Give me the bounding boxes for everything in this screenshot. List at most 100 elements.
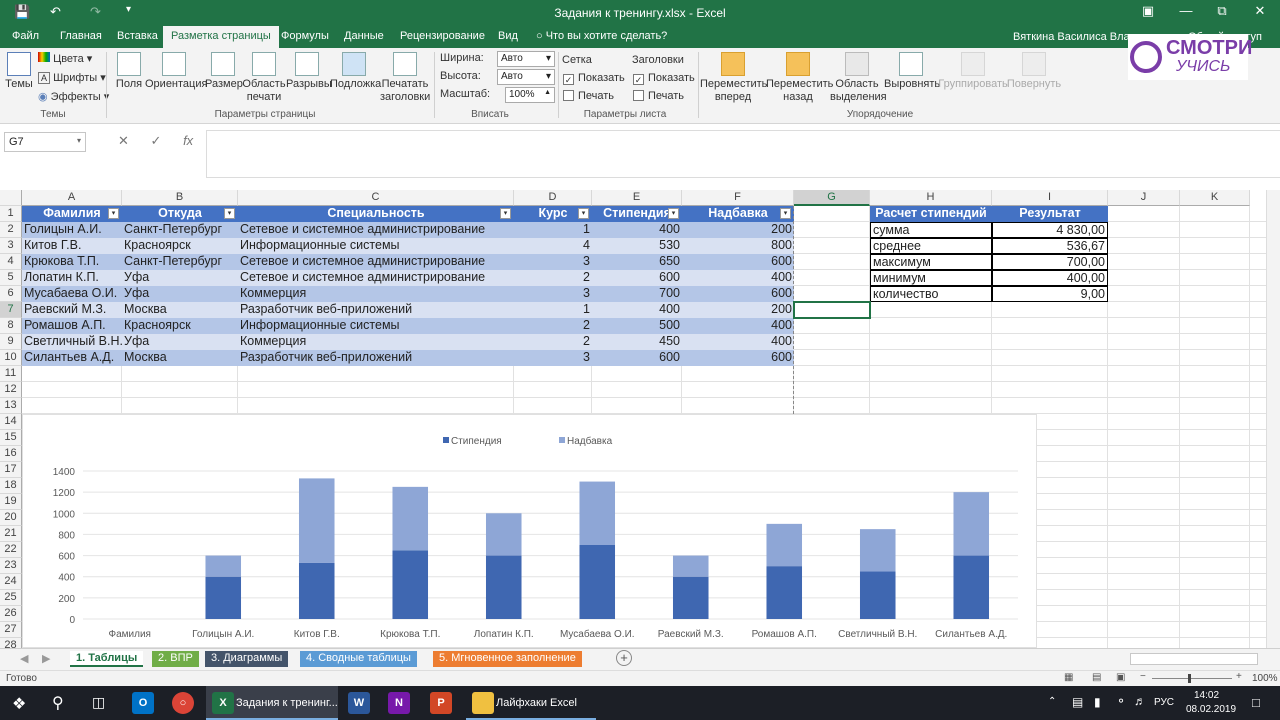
summary-header-cell[interactable]: Результат [992,206,1108,222]
row-header-10[interactable]: 10 [0,350,22,366]
table-cell[interactable]: 400 [682,270,794,286]
row-header-15[interactable]: 15 [0,430,22,446]
sheet-tab-4[interactable]: 4. Сводные таблицы [300,651,417,667]
table-cell[interactable]: Уфа [122,286,238,302]
table-cell[interactable]: Раевский М.З. [22,302,122,318]
group-button[interactable]: Группировать [938,52,1008,91]
table-cell[interactable]: 600 [682,254,794,270]
table-cell[interactable]: Санкт-Петербург [122,254,238,270]
worksheet-grid[interactable]: ABCDEFGHIJK 1 2 3 4 5 6 7 8 9 10 11 12 13 14 15 16 17 18 1… [0,190,1266,648]
row-header-7[interactable]: 7 [0,302,22,318]
row-header-5[interactable]: 5 [0,270,22,286]
zoom-slider-track[interactable] [1152,678,1232,679]
table-cell[interactable]: Коммерция [238,334,514,350]
summary-cell[interactable]: 400,00 [992,270,1108,286]
select-all-corner[interactable] [0,190,22,206]
horizontal-scrollbar[interactable] [1130,653,1258,665]
clock-time[interactable]: 14:02 [1194,690,1219,701]
colors-button[interactable]: Цвета ▾ [38,52,92,65]
table-cell[interactable]: 530 [592,238,682,254]
size-button[interactable]: Размер [205,52,243,91]
sheet-tab-3[interactable]: 3. Диаграммы [205,651,289,667]
page-break-view-icon[interactable]: ▣ [1116,672,1125,683]
row-header-25[interactable]: 25 [0,590,22,606]
filter-dropdown-icon[interactable]: ▾ [500,208,511,219]
table-cell[interactable]: 400 [682,334,794,350]
wifi-icon[interactable]: ⚬ [1116,694,1126,708]
row-header-14[interactable]: 14 [0,414,22,430]
tab-data[interactable]: Данные [344,30,384,42]
taskbar-app-folder[interactable]: Лайфхаки Excel [466,686,596,720]
headings-print-checkbox[interactable]: Печать [633,90,684,102]
table-cell[interactable]: Мусабаева О.И. [22,286,122,302]
table-cell[interactable]: Разработчик веб-приложений [238,350,514,366]
sheet-tab-1[interactable]: 1. Таблицы [70,651,144,667]
battery-icon[interactable]: ▮ [1094,695,1101,709]
tab-home[interactable]: Главная [60,30,102,42]
summary-cell[interactable]: количество [870,286,992,302]
summary-cell[interactable]: среднее [870,238,992,254]
table-cell[interactable]: 400 [592,222,682,238]
column-header-D[interactable]: D [514,190,592,206]
bring-forward-button[interactable]: Переместить вперед [700,52,767,104]
add-sheet-icon[interactable]: + [616,650,632,666]
column-header-H[interactable]: H [870,190,992,206]
fx-icon[interactable]: fx [183,133,193,148]
column-header-A[interactable]: A [22,190,122,206]
table-header-cell[interactable]: Откуда [122,206,238,222]
cancel-icon[interactable]: ✕ [118,133,129,148]
filter-dropdown-icon[interactable]: ▾ [780,208,791,219]
table-cell[interactable]: 3 [514,350,592,366]
volume-icon[interactable]: ♬ [1134,694,1146,708]
onenote-icon[interactable]: N [388,692,410,714]
page-layout-view-icon[interactable]: ▤ [1092,672,1101,683]
selection-pane-button[interactable]: Область выделения [830,52,887,104]
row-header-24[interactable]: 24 [0,574,22,590]
breaks-button[interactable]: Разрывы [286,52,332,91]
taskbar-app-excel[interactable]: X Задания к тренинг... [206,686,338,720]
table-cell[interactable]: Крюкова Т.П. [22,254,122,270]
selected-cell[interactable] [793,301,871,319]
summary-cell[interactable]: 536,67 [992,238,1108,254]
vertical-scrollbar[interactable] [1266,190,1280,648]
clock-date[interactable]: 08.02.2019 [1186,704,1236,715]
table-cell[interactable]: 500 [592,318,682,334]
table-cell[interactable]: Москва [122,302,238,318]
formula-input[interactable] [206,130,1280,178]
summary-cell[interactable]: 4 830,00 [992,222,1108,238]
normal-view-icon[interactable]: ▦ [1064,672,1073,683]
column-header-G[interactable]: G [794,190,870,206]
table-cell[interactable]: Санкт-Петербург [122,222,238,238]
table-cell[interactable]: 1 [514,222,592,238]
row-header-2[interactable]: 2 [0,222,22,238]
column-header-B[interactable]: B [122,190,238,206]
table-cell[interactable]: 450 [592,334,682,350]
table-cell[interactable]: Сетевое и системное администрирование [238,270,514,286]
table-cell[interactable]: Сетевое и системное администрирование [238,254,514,270]
task-view-icon[interactable]: ◫ [92,694,105,711]
windows-start-icon[interactable]: ❖ [12,694,26,714]
row-header-17[interactable]: 17 [0,462,22,478]
gridlines-print-checkbox[interactable]: Печать [563,90,614,102]
orientation-button[interactable]: Ориентация [145,52,207,91]
ribbon-options-icon[interactable]: ▣ [1138,3,1158,19]
table-cell[interactable]: Сетевое и системное администрирование [238,222,514,238]
column-header-C[interactable]: C [238,190,514,206]
zoom-out-icon[interactable]: − [1140,671,1146,682]
table-cell[interactable]: 600 [592,270,682,286]
tab-file[interactable]: Файл [12,30,39,42]
summary-cell[interactable]: минимум [870,270,992,286]
table-cell[interactable]: 650 [592,254,682,270]
summary-cell[interactable]: 700,00 [992,254,1108,270]
summary-header-cell[interactable]: Расчет стипендий [870,206,992,222]
margins-button[interactable]: Поля [114,52,144,91]
close-icon[interactable]: ✕ [1250,3,1270,19]
restore-icon[interactable]: ⧉ [1212,3,1232,19]
table-cell[interactable]: 3 [514,286,592,302]
row-header-12[interactable]: 12 [0,382,22,398]
row-header-20[interactable]: 20 [0,510,22,526]
tab-page-layout[interactable]: Разметка страницы [163,26,279,48]
minimize-icon[interactable]: — [1176,3,1196,18]
row-header-3[interactable]: 3 [0,238,22,254]
tab-formulas[interactable]: Формулы [281,30,329,42]
